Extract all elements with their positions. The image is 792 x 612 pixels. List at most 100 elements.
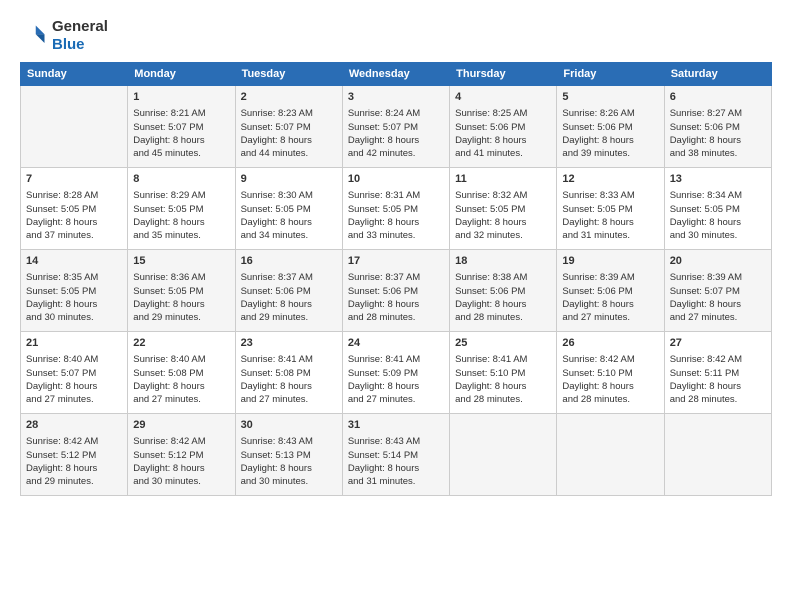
cell-content: Sunset: 5:10 PM xyxy=(562,367,658,380)
cell-content: Sunrise: 8:40 AM xyxy=(26,353,122,366)
header-cell-saturday: Saturday xyxy=(664,63,771,86)
day-number: 13 xyxy=(670,172,766,187)
day-number: 3 xyxy=(348,90,444,105)
cell-content: and 35 minutes. xyxy=(133,229,229,242)
cell-content: Sunset: 5:14 PM xyxy=(348,449,444,462)
day-number: 22 xyxy=(133,336,229,351)
cell-content: Daylight: 8 hours xyxy=(133,380,229,393)
calendar-cell: 29Sunrise: 8:42 AMSunset: 5:12 PMDayligh… xyxy=(128,414,235,496)
cell-content: Daylight: 8 hours xyxy=(670,134,766,147)
cell-content: Daylight: 8 hours xyxy=(133,216,229,229)
calendar-cell: 27Sunrise: 8:42 AMSunset: 5:11 PMDayligh… xyxy=(664,332,771,414)
week-row-4: 28Sunrise: 8:42 AMSunset: 5:12 PMDayligh… xyxy=(21,414,772,496)
cell-content: Sunset: 5:06 PM xyxy=(241,285,337,298)
cell-content: Daylight: 8 hours xyxy=(455,216,551,229)
cell-content: Sunrise: 8:33 AM xyxy=(562,189,658,202)
day-number: 19 xyxy=(562,254,658,269)
cell-content: Sunset: 5:05 PM xyxy=(562,203,658,216)
cell-content: Sunset: 5:07 PM xyxy=(241,121,337,134)
calendar-cell: 6Sunrise: 8:27 AMSunset: 5:06 PMDaylight… xyxy=(664,86,771,168)
cell-content: Sunset: 5:06 PM xyxy=(348,285,444,298)
cell-content: Sunrise: 8:25 AM xyxy=(455,107,551,120)
cell-content: Sunset: 5:05 PM xyxy=(241,203,337,216)
day-number: 25 xyxy=(455,336,551,351)
cell-content: Sunset: 5:07 PM xyxy=(670,285,766,298)
cell-content: and 37 minutes. xyxy=(26,229,122,242)
header-row: SundayMondayTuesdayWednesdayThursdayFrid… xyxy=(21,63,772,86)
cell-content: Daylight: 8 hours xyxy=(241,462,337,475)
calendar-cell: 2Sunrise: 8:23 AMSunset: 5:07 PMDaylight… xyxy=(235,86,342,168)
day-number: 27 xyxy=(670,336,766,351)
cell-content: Sunset: 5:05 PM xyxy=(455,203,551,216)
calendar-cell: 7Sunrise: 8:28 AMSunset: 5:05 PMDaylight… xyxy=(21,168,128,250)
cell-content: and 27 minutes. xyxy=(241,393,337,406)
logo-icon xyxy=(20,22,48,50)
cell-content: Sunrise: 8:41 AM xyxy=(241,353,337,366)
cell-content: Daylight: 8 hours xyxy=(348,298,444,311)
cell-content: Daylight: 8 hours xyxy=(241,216,337,229)
cell-content: and 27 minutes. xyxy=(348,393,444,406)
day-number: 23 xyxy=(241,336,337,351)
cell-content: Sunset: 5:05 PM xyxy=(133,203,229,216)
cell-content: Sunrise: 8:42 AM xyxy=(670,353,766,366)
calendar-cell: 4Sunrise: 8:25 AMSunset: 5:06 PMDaylight… xyxy=(450,86,557,168)
day-number: 24 xyxy=(348,336,444,351)
cell-content: and 33 minutes. xyxy=(348,229,444,242)
day-number: 2 xyxy=(241,90,337,105)
cell-content: and 41 minutes. xyxy=(455,147,551,160)
day-number: 21 xyxy=(26,336,122,351)
cell-content: Sunrise: 8:32 AM xyxy=(455,189,551,202)
cell-content: Sunset: 5:05 PM xyxy=(26,285,122,298)
calendar-cell: 10Sunrise: 8:31 AMSunset: 5:05 PMDayligh… xyxy=(342,168,449,250)
cell-content: and 31 minutes. xyxy=(348,475,444,488)
cell-content: Sunrise: 8:36 AM xyxy=(133,271,229,284)
cell-content: and 28 minutes. xyxy=(455,393,551,406)
day-number: 28 xyxy=(26,418,122,433)
cell-content: Daylight: 8 hours xyxy=(241,380,337,393)
calendar-cell: 30Sunrise: 8:43 AMSunset: 5:13 PMDayligh… xyxy=(235,414,342,496)
week-row-1: 7Sunrise: 8:28 AMSunset: 5:05 PMDaylight… xyxy=(21,168,772,250)
calendar-cell: 25Sunrise: 8:41 AMSunset: 5:10 PMDayligh… xyxy=(450,332,557,414)
header-cell-monday: Monday xyxy=(128,63,235,86)
cell-content: and 28 minutes. xyxy=(562,393,658,406)
page: General Blue SundayMondayTuesdayWednesda… xyxy=(0,0,792,612)
cell-content: and 27 minutes. xyxy=(562,311,658,324)
calendar-cell: 17Sunrise: 8:37 AMSunset: 5:06 PMDayligh… xyxy=(342,250,449,332)
cell-content: and 29 minutes. xyxy=(241,311,337,324)
day-number: 29 xyxy=(133,418,229,433)
week-row-0: 1Sunrise: 8:21 AMSunset: 5:07 PMDaylight… xyxy=(21,86,772,168)
cell-content: Sunrise: 8:21 AM xyxy=(133,107,229,120)
cell-content: Sunset: 5:05 PM xyxy=(133,285,229,298)
logo-text: General Blue xyxy=(52,18,108,54)
cell-content: and 27 minutes. xyxy=(670,311,766,324)
calendar-cell: 26Sunrise: 8:42 AMSunset: 5:10 PMDayligh… xyxy=(557,332,664,414)
cell-content: Sunset: 5:07 PM xyxy=(348,121,444,134)
cell-content: and 38 minutes. xyxy=(670,147,766,160)
cell-content: Sunset: 5:06 PM xyxy=(562,285,658,298)
cell-content: Daylight: 8 hours xyxy=(133,134,229,147)
cell-content: Sunrise: 8:42 AM xyxy=(26,435,122,448)
cell-content: Daylight: 8 hours xyxy=(455,298,551,311)
calendar-cell xyxy=(664,414,771,496)
cell-content: Sunrise: 8:40 AM xyxy=(133,353,229,366)
calendar-cell: 9Sunrise: 8:30 AMSunset: 5:05 PMDaylight… xyxy=(235,168,342,250)
cell-content: Sunrise: 8:27 AM xyxy=(670,107,766,120)
calendar-cell: 21Sunrise: 8:40 AMSunset: 5:07 PMDayligh… xyxy=(21,332,128,414)
cell-content: Sunrise: 8:42 AM xyxy=(562,353,658,366)
cell-content: Daylight: 8 hours xyxy=(348,134,444,147)
cell-content: Sunset: 5:06 PM xyxy=(670,121,766,134)
header-cell-tuesday: Tuesday xyxy=(235,63,342,86)
cell-content: and 39 minutes. xyxy=(562,147,658,160)
calendar-cell: 18Sunrise: 8:38 AMSunset: 5:06 PMDayligh… xyxy=(450,250,557,332)
cell-content: Sunset: 5:05 PM xyxy=(348,203,444,216)
cell-content: Daylight: 8 hours xyxy=(455,380,551,393)
cell-content: Daylight: 8 hours xyxy=(348,380,444,393)
cell-content: Sunrise: 8:26 AM xyxy=(562,107,658,120)
day-number: 30 xyxy=(241,418,337,433)
cell-content: Sunrise: 8:35 AM xyxy=(26,271,122,284)
cell-content: and 29 minutes. xyxy=(133,311,229,324)
cell-content: Sunrise: 8:28 AM xyxy=(26,189,122,202)
header-cell-thursday: Thursday xyxy=(450,63,557,86)
cell-content: and 27 minutes. xyxy=(133,393,229,406)
day-number: 31 xyxy=(348,418,444,433)
